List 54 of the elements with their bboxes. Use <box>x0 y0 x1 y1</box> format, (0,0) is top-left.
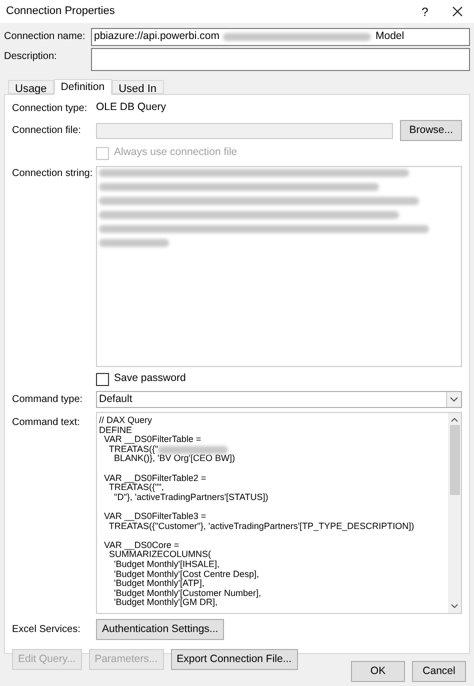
chevron-down-icon <box>450 397 458 402</box>
checkbox-label: Save password <box>114 371 186 386</box>
code-line: VAR __DS0FilterTable = <box>103 435 202 445</box>
field-label: Connection type: <box>12 102 88 116</box>
connection-name-field[interactable]: pbiazure://api.powerbi.com Model <box>91 28 470 46</box>
code-line: 'Budget Monthly'[IHSALE], <box>114 560 220 570</box>
field-label: Description: <box>4 50 58 64</box>
dropdown-arrow-button[interactable] <box>446 392 461 407</box>
command-type-dropdown[interactable]: Default <box>96 391 462 408</box>
help-button[interactable]: ? <box>410 2 440 20</box>
code-line: BLANK()}, 'BV Org'[CEO BW]) <box>114 454 235 464</box>
connection-string-field[interactable] <box>96 166 462 367</box>
code-line: VAR __DS0FilterTable3 = <box>103 512 206 522</box>
scrollbar[interactable] <box>448 413 461 613</box>
code-line: 'Budget Monthly'[ATP], <box>113 579 204 589</box>
code-line: // DAX Query <box>99 416 152 426</box>
window-title: Connection Properties <box>6 4 116 20</box>
chevron-up-icon[interactable] <box>451 418 458 422</box>
dialog-button[interactable]: OK <box>351 661 405 682</box>
field-label: Connection name: <box>4 30 86 44</box>
command-text-field[interactable] <box>96 412 462 614</box>
tab[interactable]: Used In <box>112 80 164 94</box>
blurred-text <box>99 239 169 247</box>
field-label: Command type: <box>12 393 84 407</box>
code-line: 'Budget Monthly'[Cost Centre Desp], <box>113 570 260 580</box>
code-line: 'Budget Monthly'[GM DR], <box>113 598 218 608</box>
field-label: Excel Services: <box>12 623 82 637</box>
scrollbar-thumb[interactable] <box>450 425 460 495</box>
dialog-button[interactable]: Browse... <box>400 120 462 141</box>
dialog-button[interactable]: Authentication Settings... <box>96 619 224 640</box>
field-label: Connection file: <box>12 124 82 138</box>
code-line: VAR __DS0FilterTable2 = <box>103 474 206 484</box>
code-line: 'Budget Monthly'[Customer Number], <box>113 588 261 598</box>
connection-type-value: OLE DB Query <box>96 100 166 116</box>
checkbox-label: Always use connection file <box>114 145 238 160</box>
connection-file-field[interactable] <box>96 122 394 138</box>
close-icon <box>452 6 462 17</box>
code-line: SUMMARIZECOLUMNS( <box>108 550 212 560</box>
code-line: VAR __DS0Core = <box>103 540 180 550</box>
field-label: Command text: <box>12 416 81 430</box>
tab[interactable]: Usage <box>8 80 54 94</box>
field-label: Connection string: <box>12 167 94 181</box>
code-line: TREATAS({"", <box>108 483 164 493</box>
chevron-down-icon[interactable] <box>451 604 458 608</box>
dialog-button[interactable]: Cancel <box>412 661 466 682</box>
code-line: DEFINE <box>99 426 132 436</box>
checkbox[interactable] <box>96 372 109 386</box>
dialog-button[interactable]: Export Connection File... <box>170 649 298 670</box>
code-line: TREATAS({" <box>108 444 158 454</box>
code-line: TREATAS({"Customer"}, 'activeTradingPartners'[TP_TYPE_DESCRIPTION]) <box>108 522 414 532</box>
code-line: "D"}, 'activeTradingPartners'[STATUS]) <box>114 492 268 502</box>
blurred-text <box>158 446 228 454</box>
description-field[interactable] <box>91 48 470 71</box>
tab[interactable]: Definition <box>54 79 112 95</box>
